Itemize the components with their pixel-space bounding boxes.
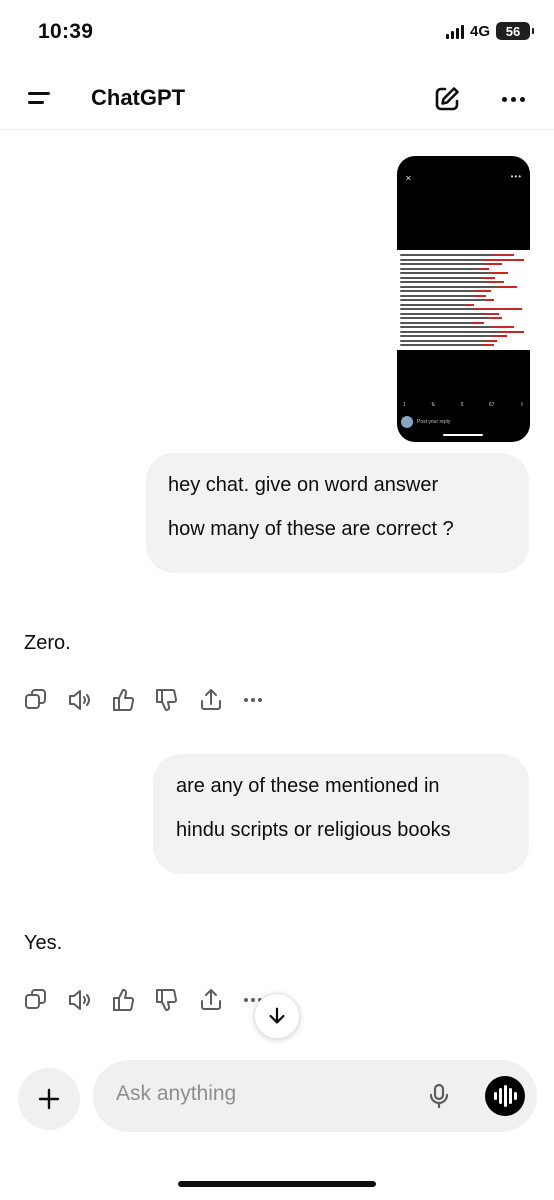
home-indicator (178, 1181, 376, 1187)
more-options-icon[interactable] (498, 84, 528, 114)
status-bar: 10:39 4G 56 (0, 0, 554, 66)
avatar (401, 416, 413, 428)
mic-icon[interactable] (425, 1082, 453, 1110)
attached-home-indicator (443, 434, 483, 436)
app-title[interactable]: ChatGPT (91, 85, 185, 111)
prompt-input[interactable] (116, 1082, 406, 1106)
speaker-icon[interactable] (66, 986, 94, 1014)
message-line: how many of these are correct ? (168, 518, 454, 540)
attached-post-actions: 1 ⇅ 5 67 ⇪ (403, 402, 524, 408)
copy-icon[interactable] (22, 986, 50, 1014)
copy-icon[interactable] (22, 686, 50, 714)
close-icon: ✕ (405, 174, 412, 183)
message-line: hindu scripts or religious books (176, 819, 451, 841)
user-message[interactable]: are any of these mentioned in hindu scri… (153, 754, 529, 874)
top-bar: ChatGPT (0, 66, 554, 130)
thumbs-down-icon[interactable] (153, 986, 181, 1014)
menu-icon[interactable] (26, 86, 56, 110)
more-icon: ••• (510, 172, 522, 181)
speaker-icon[interactable] (66, 686, 94, 714)
assistant-message: Zero. (24, 632, 71, 654)
status-time: 10:39 (38, 20, 94, 43)
user-message[interactable]: hey chat. give on word answer how many o… (146, 453, 529, 573)
message-line: hey chat. give on word answer (168, 474, 439, 496)
message-line: are any of these mentioned in (176, 775, 440, 797)
composer (93, 1060, 537, 1132)
scroll-to-bottom-button[interactable] (254, 993, 300, 1039)
status-indicators: 4G 56 (445, 22, 534, 40)
signal-icon (445, 23, 464, 39)
more-icon[interactable] (240, 686, 268, 714)
edit-icon[interactable] (432, 84, 462, 114)
network-type: 4G (469, 22, 490, 40)
thumbs-down-icon[interactable] (153, 686, 181, 714)
message-actions (22, 686, 272, 714)
assistant-message: Yes. (24, 932, 63, 954)
battery-level: 56 (505, 23, 521, 39)
voice-mode-button[interactable] (485, 1076, 525, 1116)
add-attachment-button[interactable] (18, 1068, 80, 1130)
battery-icon: 56 (496, 22, 534, 40)
thumbs-up-icon[interactable] (110, 986, 138, 1014)
attached-image[interactable]: ✕ ••• 1 ⇅ 5 67 ⇪ Post your reply (397, 156, 530, 442)
arrow-down-icon (269, 1007, 285, 1024)
thumbs-up-icon[interactable] (110, 686, 138, 714)
attached-reply-bar: Post your reply (401, 414, 526, 430)
share-icon[interactable] (197, 686, 225, 714)
share-icon[interactable] (197, 986, 225, 1014)
plus-icon (38, 1088, 60, 1110)
attached-list-image (397, 250, 530, 350)
message-actions (22, 986, 272, 1014)
